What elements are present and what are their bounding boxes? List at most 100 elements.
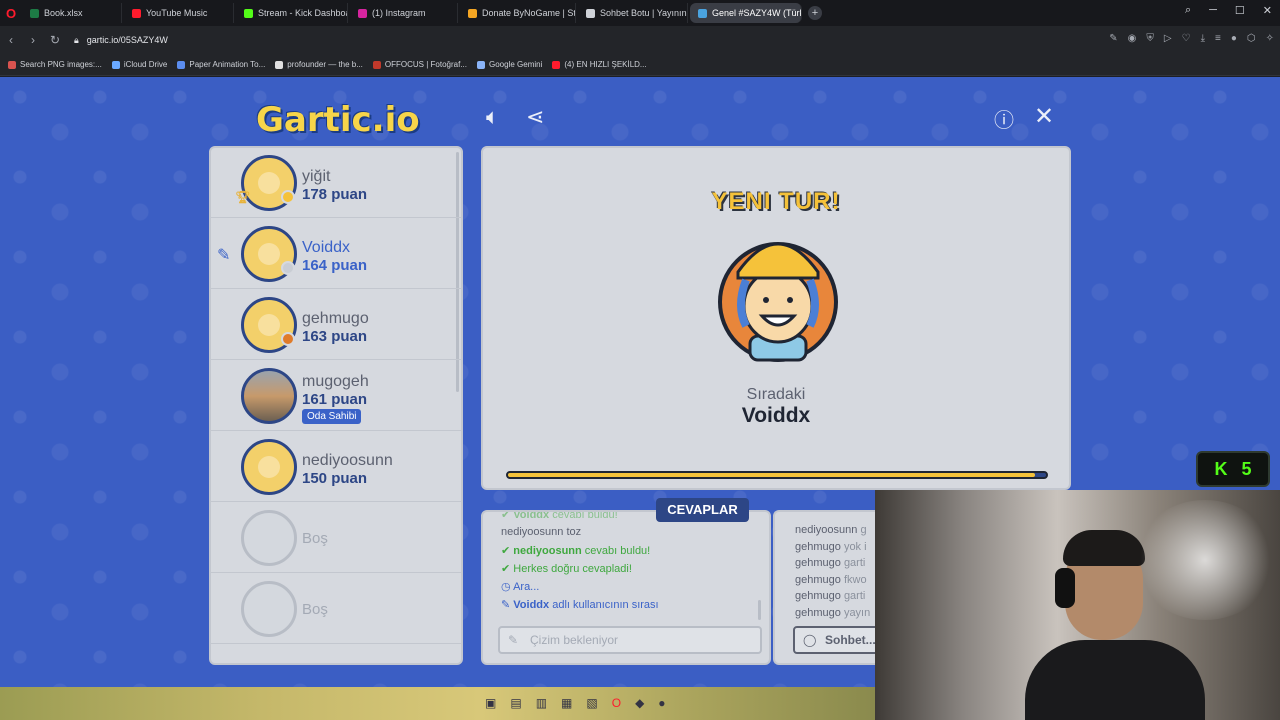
chat-text: yok i	[843, 540, 867, 553]
tab-favicon-icon	[468, 8, 477, 18]
player-row[interactable]: gehmugo 163 puan	[211, 290, 461, 360]
player-row[interactable]: Boş	[211, 503, 461, 573]
lock-icon: 🔒︎	[74, 34, 79, 45]
check-icon: ✔	[501, 510, 514, 521]
camera-icon[interactable]: ◉	[1128, 33, 1137, 44]
extensions-icon[interactable]: ⬡	[1247, 33, 1256, 44]
ai-icon[interactable]: ✧	[1266, 33, 1274, 44]
taskbar-app-icon[interactable]: ▦	[561, 696, 572, 710]
webcam-body	[1025, 640, 1205, 720]
check-icon: ✔	[501, 563, 514, 575]
bookmark-item[interactable]: Google Gemini	[477, 60, 542, 69]
chat-input[interactable]: ◯ Sohbet...	[793, 626, 883, 654]
answers-scrollbar[interactable]	[758, 600, 761, 620]
webcam-overlay	[875, 490, 1280, 720]
player-row[interactable]: nediyoosunn 150 puan	[211, 432, 461, 502]
answers-tab[interactable]: CEVAPLAR	[656, 498, 749, 522]
kick-count: 5	[1241, 458, 1252, 479]
taskbar-app-icon[interactable]: ▤	[510, 696, 521, 710]
pencil-icon: ✎	[508, 633, 519, 647]
bookmark-label: Google Gemini	[489, 60, 543, 69]
tab-label: Sohbet Botu | Yayınını güç	[600, 8, 688, 18]
search-tabs-icon[interactable]: ⌕	[1185, 4, 1191, 17]
opera-menu-icon[interactable]: O	[0, 0, 22, 26]
bookmark-item[interactable]: OFFOCUS | Fotoğraf...	[372, 60, 467, 69]
webcam-smoke	[1135, 500, 1275, 620]
message-text: adlı kullanıcının sırası	[552, 599, 659, 611]
player-row[interactable]: 🏆︎ yiğit 178 puan	[211, 148, 461, 218]
taskbar-discord-icon[interactable]: ◆	[635, 696, 644, 710]
room-owner-badge: Oda Sahibi	[302, 409, 362, 424]
player-row[interactable]: mugogeh 161 puan Oda Sahibi	[211, 361, 461, 431]
windows-taskbar: ▣ ▤ ▥ ▦ ▧ O ◆ ●	[0, 687, 875, 720]
browser-tab[interactable]: YouTube Music	[124, 3, 234, 23]
info-icon[interactable]: ⓘ	[994, 104, 1014, 133]
bookmark-item[interactable]: iCloud Drive	[111, 60, 167, 69]
chat-message: gehmugo garti	[795, 590, 865, 602]
chat-input-placeholder: Sohbet...	[825, 633, 876, 647]
next-turn-player: Voiddx	[741, 404, 811, 427]
minimize-button[interactable]: ─	[1209, 4, 1217, 17]
avatar-face	[258, 314, 280, 336]
message-text: Ara...	[513, 581, 540, 593]
bookmark-item[interactable]: Paper Animation To...	[177, 60, 265, 69]
reload-button[interactable]: ↻	[44, 33, 66, 47]
new-tab-button[interactable]: +	[808, 6, 822, 20]
forward-button[interactable]: ›	[22, 33, 44, 47]
address-bar-tools: ✎ ◉ ⛨ ▷ ♡ ⤓ ≡ ● ⬡ ✧	[1109, 33, 1274, 44]
bookmark-item[interactable]: Search PNG images:...	[8, 60, 102, 69]
browser-tab[interactable]: Sohbet Botu | Yayınını güç	[578, 3, 688, 23]
player-avatar	[241, 439, 297, 495]
browser-tab[interactable]: (1) Instagram	[350, 3, 458, 23]
answer-message: ✔ Voiddx cevabı buldu!	[501, 510, 618, 521]
share-icon[interactable]: ⋖	[526, 104, 544, 130]
answer-message: ◷ Ara...	[501, 580, 539, 593]
shield-icon[interactable]: ⛨	[1146, 33, 1154, 44]
maximize-button[interactable]: ☐	[1235, 4, 1245, 17]
answer-input-placeholder: Çizim bekleniyor	[530, 633, 619, 647]
taskbar-app-icon[interactable]: ▧	[586, 696, 597, 710]
bookmark-favicon-icon	[477, 60, 485, 69]
player-row[interactable]: Voiddx 164 puan	[211, 219, 461, 289]
browser-tab[interactable]: Donate ByNoGame | Strea	[460, 3, 576, 23]
taskbar-app-icon[interactable]: ▥	[536, 696, 547, 710]
download-icon[interactable]: ⤓	[1201, 33, 1205, 44]
profile-icon[interactable]: ●	[1231, 33, 1237, 44]
tab-label: Stream - Kick Dashboard	[258, 8, 347, 18]
bookmark-item[interactable]: (4) EN HIZLI ŞEKİLD...	[552, 60, 647, 69]
speaker-icon[interactable]: 🔈︎	[486, 104, 499, 130]
chat-message: nediyoosunn g	[795, 524, 867, 536]
browser-tab[interactable]: Book.xlsx	[22, 3, 122, 23]
url-field[interactable]: 🔒︎ gartic.io/05SAZY4W	[74, 35, 168, 46]
menu-icon[interactable]: ≡	[1215, 33, 1221, 44]
chat-panel: ◯ Sohbet... nediyoosunn g gehmugo yok i ge…	[773, 510, 883, 665]
headset-icon	[1055, 568, 1075, 608]
address-bar: ‹ › ↻ 🔒︎ gartic.io/05SAZY4W ✎ ◉ ⛨ ▷ ♡ ⤓ …	[0, 26, 1280, 54]
player-avatar	[241, 581, 297, 637]
close-window-button[interactable]: ✕	[1263, 4, 1272, 17]
player-status-dot	[281, 261, 295, 275]
chat-text: g	[860, 524, 867, 536]
browser-tab[interactable]: Stream - Kick Dashboard	[236, 3, 348, 23]
answer-input[interactable]: ✎ Çizim bekleniyor	[498, 626, 762, 654]
message-user: Voiddx	[513, 510, 550, 521]
player-row[interactable]: Boş	[211, 574, 461, 644]
taskbar-app-icon[interactable]: ▣	[485, 696, 496, 710]
tab-label: YouTube Music	[146, 8, 208, 18]
bookmark-label: Search PNG images:...	[20, 60, 102, 69]
player-name: Boş	[302, 530, 328, 547]
chat-message: gehmugo yayın	[795, 607, 870, 619]
tab-favicon-icon	[132, 8, 141, 18]
taskbar-opera-icon[interactable]: O	[612, 696, 621, 710]
close-game-icon[interactable]: ✕	[1034, 102, 1054, 131]
answers-panel: ✎ Çizim bekleniyor ✔ Voiddx cevabı buldu…	[481, 510, 771, 665]
play-icon[interactable]: ▷	[1164, 33, 1172, 44]
edit-icon[interactable]: ✎	[1109, 33, 1117, 44]
taskbar-app-icon[interactable]: ●	[658, 696, 665, 710]
bookmark-item[interactable]: profounder — the b...	[275, 60, 363, 69]
tab-favicon-icon	[358, 8, 367, 18]
heart-icon[interactable]: ♡	[1182, 33, 1191, 44]
back-button[interactable]: ‹	[0, 33, 22, 47]
url-text: gartic.io/05SAZY4W	[86, 35, 168, 45]
browser-tab[interactable]: Genel #SAZY4W (Türk	[690, 3, 802, 23]
